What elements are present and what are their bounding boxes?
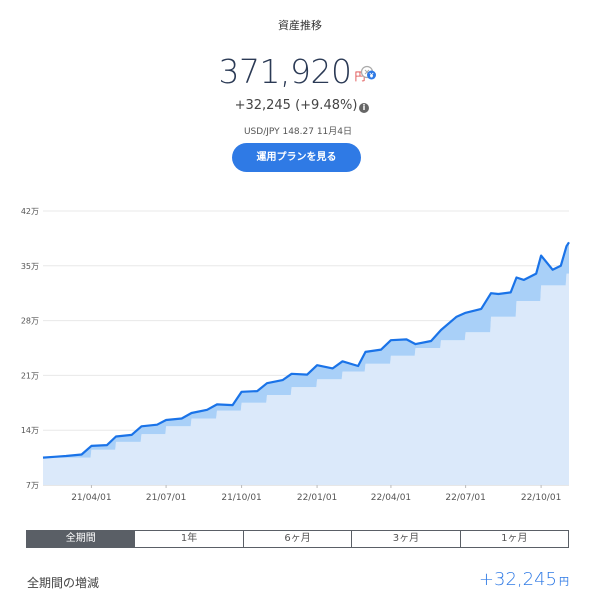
- asset-chart: 7万 14万 21万 28万 35万 42万 21/04/01 21/07/01 21/10/…: [21, 207, 570, 503]
- info-icon[interactable]: i: [359, 103, 369, 113]
- period-change-unit: 円: [559, 577, 569, 588]
- x-tick-label: 22/01/01: [297, 493, 337, 503]
- x-axis-ticks: 21/04/01 21/07/01 21/10/01 22/01/01 22/04/01…: [71, 485, 561, 503]
- y-tick-label: 14万: [21, 426, 39, 435]
- x-tick-label: 21/07/01: [146, 493, 186, 503]
- exchange-rate-text: USD/JPY 148.27 11月4日: [243, 127, 353, 137]
- tab-3m[interactable]: 3ヶ月: [351, 531, 460, 547]
- diff-text: +32,245 (+9.48%): [234, 98, 358, 113]
- x-tick-label: 22/10/01: [521, 493, 561, 503]
- y-tick-label: 7万: [26, 481, 39, 490]
- x-tick-label: 22/04/01: [371, 493, 411, 503]
- x-tick-label: 21/10/01: [221, 493, 261, 503]
- page-title: 資産推移: [278, 19, 322, 32]
- currency-switch-icon[interactable]: [360, 64, 378, 82]
- tab-all[interactable]: 全期間: [27, 531, 135, 547]
- y-axis-ticks: 7万 14万 21万 28万 35万 42万: [21, 207, 39, 490]
- period-change-value: +32,245 円: [479, 569, 569, 590]
- total-asset: 371,920 円: [0, 52, 600, 92]
- y-tick-label: 21万: [21, 371, 39, 380]
- exchange-rate: USD/JPY 148.27 11月4日: [0, 124, 600, 137]
- view-plan-button[interactable]: 運用プランを見る: [232, 143, 361, 172]
- tab-1m[interactable]: 1ヶ月: [459, 531, 569, 547]
- y-tick-label: 42万: [21, 207, 39, 216]
- diff: +32,245 (+9.48%): [0, 98, 600, 113]
- tab-6m[interactable]: 6ヶ月: [242, 531, 352, 547]
- period-change-label: 全期間の増減: [27, 576, 100, 590]
- total-asset-value: 371,920: [218, 52, 352, 91]
- x-tick-label: 21/04/01: [71, 493, 111, 503]
- tab-1y[interactable]: 1年: [134, 531, 243, 547]
- period-change-amount: +32,245: [478, 569, 557, 590]
- y-tick-label: 28万: [21, 317, 39, 326]
- y-tick-label: 35万: [21, 262, 39, 271]
- period-tabs: 全期間 1年 6ヶ月 3ヶ月 1ヶ月: [26, 530, 569, 548]
- x-tick-label: 22/07/01: [445, 493, 485, 503]
